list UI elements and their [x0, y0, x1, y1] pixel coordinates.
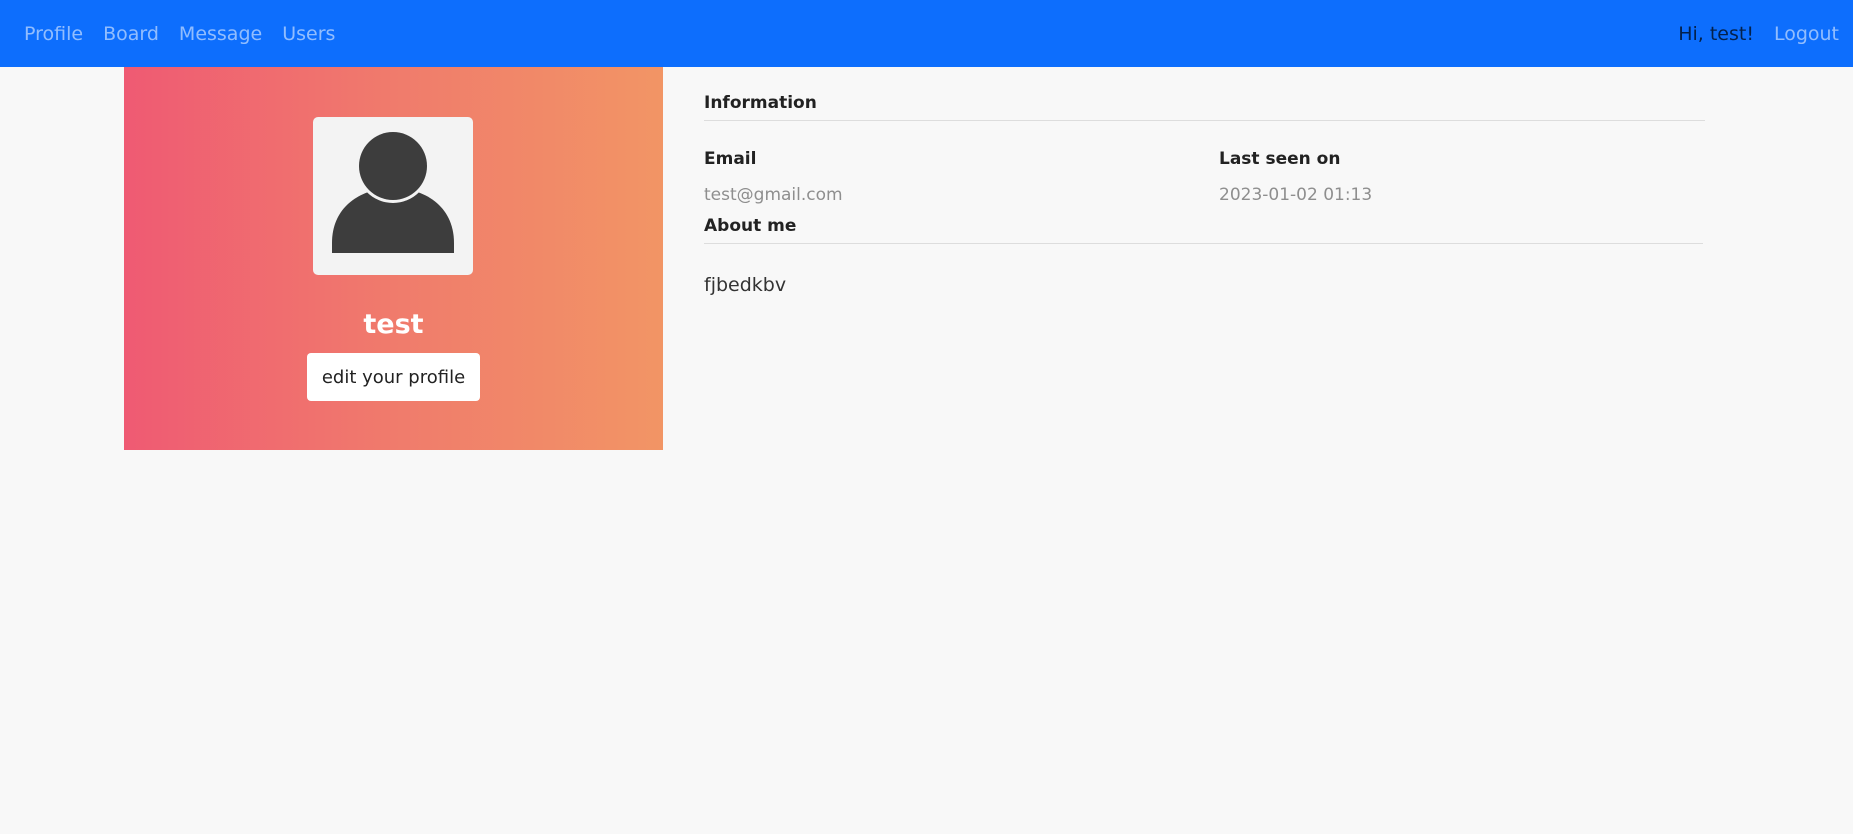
- email-label: Email: [704, 149, 757, 169]
- nav-link-board[interactable]: Board: [103, 23, 159, 45]
- avatar: [313, 117, 473, 275]
- profile-card: test edit your profile: [124, 67, 663, 450]
- nav-link-message[interactable]: Message: [179, 23, 262, 45]
- user-greeting: Hi, test!: [1678, 22, 1754, 45]
- nav-links: Profile Board Message Users: [24, 23, 355, 45]
- nav-link-users[interactable]: Users: [282, 23, 335, 45]
- profile-username: test: [363, 309, 424, 340]
- nav-user-area: Hi, test! Logout: [1678, 23, 1839, 45]
- logout-link[interactable]: Logout: [1774, 23, 1839, 45]
- about-me-divider: [704, 243, 1703, 244]
- edit-profile-button[interactable]: edit your profile: [307, 353, 480, 401]
- top-navbar: Profile Board Message Users Hi, test! Lo…: [0, 0, 1853, 67]
- last-seen-label: Last seen on: [1219, 149, 1341, 169]
- information-divider: [704, 120, 1705, 121]
- about-me-text: fjbedkbv: [704, 274, 787, 296]
- user-silhouette-icon: [332, 129, 454, 253]
- email-value: test@gmail.com: [704, 185, 843, 205]
- about-me-heading: About me: [704, 216, 797, 236]
- information-heading: Information: [704, 93, 817, 113]
- nav-link-profile[interactable]: Profile: [24, 23, 83, 45]
- last-seen-value: 2023-01-02 01:13: [1219, 185, 1373, 205]
